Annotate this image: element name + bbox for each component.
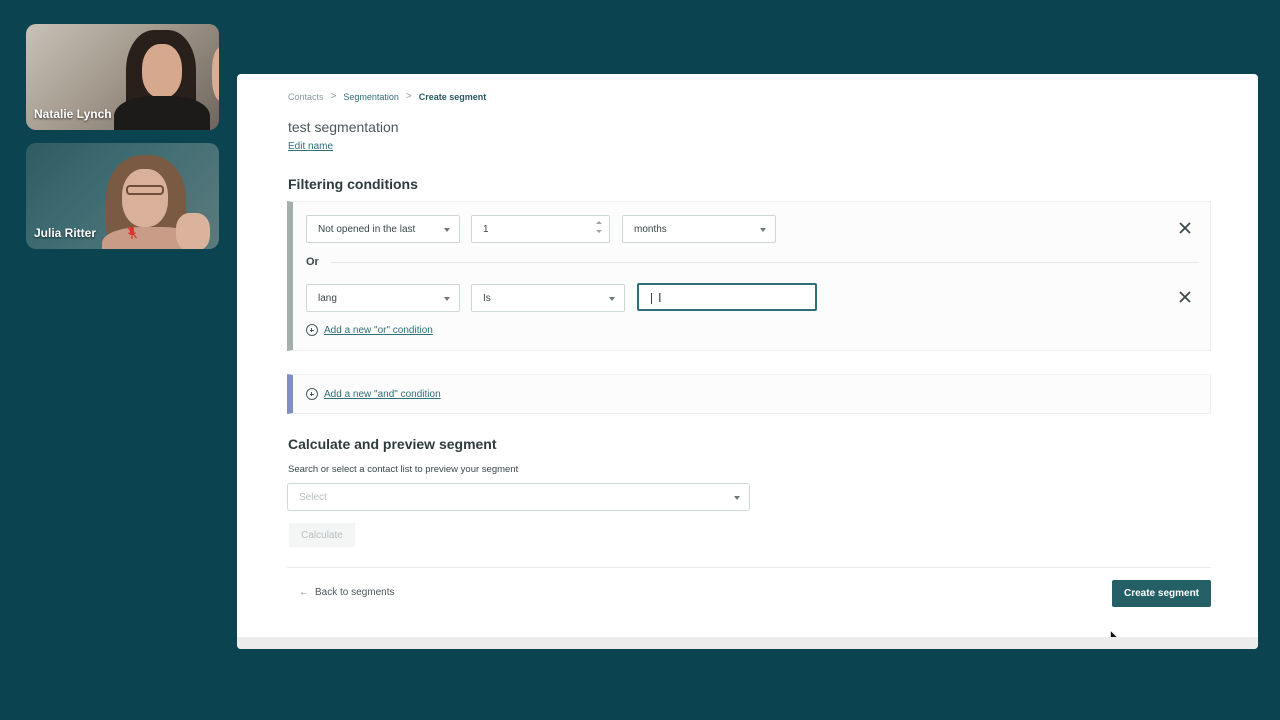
breadcrumb-contacts[interactable]: Contacts [288, 92, 324, 102]
condition-field-select[interactable]: Not opened in the last [306, 215, 460, 243]
create-segment-panel: Contacts > Segmentation > Create segment… [237, 74, 1258, 649]
video-tile-julia[interactable]: Julia Ritter [26, 143, 219, 249]
chevron-right-icon: > [405, 91, 412, 102]
breadcrumb: Contacts > Segmentation > Create segment [288, 91, 486, 102]
create-segment-button[interactable]: Create segment [1112, 580, 1211, 607]
video-person-glasses [126, 185, 164, 195]
close-icon[interactable] [1178, 290, 1192, 304]
participant-name: Julia Ritter [34, 226, 97, 240]
panel-bottom-bar [237, 637, 1258, 649]
back-to-segments-label: Back to segments [315, 587, 395, 598]
breadcrumb-create-segment: Create segment [418, 91, 487, 102]
back-to-segments-link[interactable]: ← Back to segments [299, 587, 394, 598]
segment-name: test segmentation [288, 119, 399, 135]
video-tile-natalie[interactable]: Natalie Lynch [26, 24, 219, 130]
calculate-preview-title: Calculate and preview segment [288, 436, 497, 452]
ibeam-cursor-icon: I [658, 290, 662, 305]
caret-down-icon [760, 228, 766, 232]
filtering-conditions-title: Filtering conditions [288, 176, 418, 192]
video-person-face [142, 44, 182, 98]
calculate-button[interactable]: Calculate [289, 523, 355, 547]
number-stepper[interactable] [595, 220, 603, 238]
close-icon[interactable] [1178, 221, 1192, 235]
condition-operator-select[interactable]: Is [471, 284, 625, 312]
condition-unit-select[interactable]: months [622, 215, 776, 243]
add-and-condition-link[interactable]: Add a new "and" condition [306, 388, 441, 400]
caret-down-icon [444, 297, 450, 301]
edit-name-link[interactable]: Edit name [288, 141, 333, 152]
preview-instructions: Search or select a contact list to previ… [288, 464, 519, 475]
condition-unit-value: months [634, 223, 667, 235]
contact-list-select[interactable]: Select [287, 483, 750, 511]
participant-name: Natalie Lynch [34, 107, 112, 121]
condition-field-value: Not opened in the last [318, 223, 416, 235]
chevron-right-icon: > [330, 91, 337, 102]
arrow-left-icon: ← [299, 587, 309, 598]
plus-circle-icon [306, 324, 318, 336]
video-person-face [122, 169, 168, 227]
breadcrumb-segmentation[interactable]: Segmentation [343, 92, 399, 102]
footer-divider [287, 567, 1211, 568]
caret-down-icon [734, 496, 740, 500]
condition-value-number-input[interactable]: 1 [471, 215, 610, 243]
caret-down-icon [444, 228, 450, 232]
condition-text-input[interactable]: I [637, 283, 817, 311]
add-or-condition-link[interactable]: Add a new "or" condition [306, 324, 433, 336]
mic-muted-icon [127, 226, 137, 239]
plus-circle-icon [306, 388, 318, 400]
video-person-hand [212, 46, 219, 102]
condition-field-select[interactable]: lang [306, 284, 460, 312]
contact-list-placeholder: Select [299, 491, 327, 503]
caret-down-icon [609, 297, 615, 301]
video-person-hand [176, 213, 210, 249]
add-and-condition-label: Add a new "and" condition [324, 388, 441, 400]
or-separator-line [331, 262, 1199, 263]
condition-field-value: lang [318, 292, 337, 304]
text-cursor [651, 293, 652, 304]
condition-number-value: 1 [483, 223, 489, 235]
add-or-condition-label: Add a new "or" condition [324, 324, 433, 336]
video-person-body [114, 96, 210, 130]
condition-operator-value: Is [483, 292, 491, 304]
or-separator-label: Or [306, 256, 319, 268]
